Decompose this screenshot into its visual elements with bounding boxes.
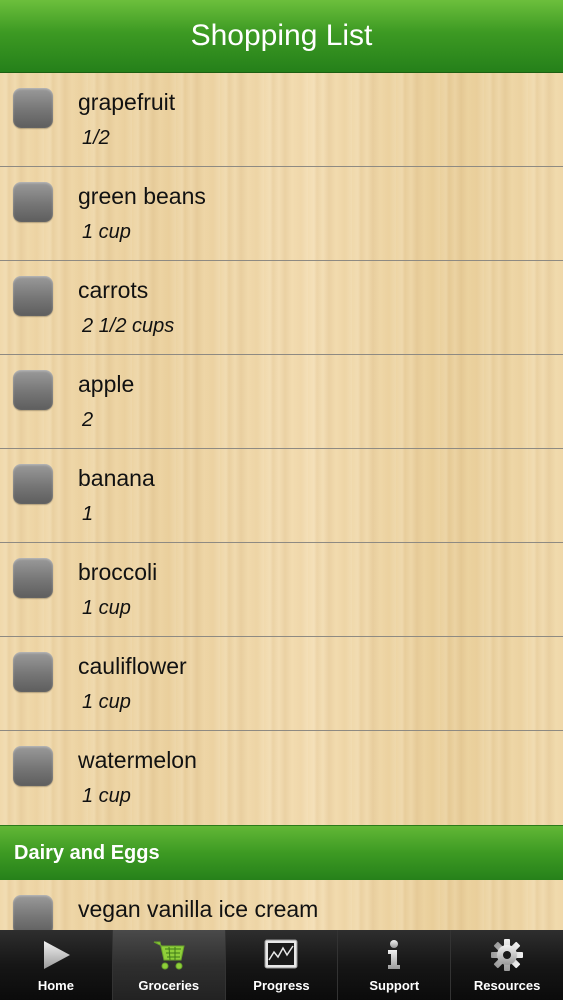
chart-icon <box>264 939 298 969</box>
item-name: grapefruit <box>78 89 176 115</box>
checkbox[interactable] <box>13 652 53 692</box>
item-name: banana <box>78 465 155 491</box>
item-quantity: 1 cup <box>82 785 131 807</box>
page-title: Shopping List <box>190 19 373 52</box>
item-name: apple <box>78 371 135 397</box>
item-quantity: 1 cup <box>82 221 131 243</box>
item-name: broccoli <box>78 559 158 585</box>
item-name: cauliflower <box>78 653 187 679</box>
tab-groceries[interactable]: Groceries <box>111 930 225 1000</box>
tab-home[interactable]: Home <box>0 930 112 1000</box>
item-name: watermelon <box>78 747 197 773</box>
list-item[interactable]: apple 2 <box>0 355 563 449</box>
header-bar: Shopping List <box>0 0 563 73</box>
list-item[interactable]: watermelon 1 cup <box>0 731 563 825</box>
checkbox[interactable] <box>13 464 53 504</box>
tab-label: Progress <box>253 978 310 993</box>
list-item[interactable]: cauliflower 1 cup <box>0 637 563 731</box>
item-quantity: 1/2 <box>82 127 110 149</box>
play-icon <box>43 941 70 969</box>
checkbox[interactable] <box>13 746 53 786</box>
list-item[interactable]: carrots 2 1/2 cups <box>0 261 563 355</box>
item-quantity: 2 1/2 cups <box>82 315 175 337</box>
tab-label: Home <box>37 978 74 993</box>
item-quantity: 1 cup <box>82 597 131 619</box>
item-name: carrots <box>78 277 149 303</box>
info-icon <box>388 940 401 969</box>
checkbox[interactable] <box>13 895 53 930</box>
checkbox[interactable] <box>13 558 53 598</box>
tab-label: Groceries <box>138 978 200 993</box>
item-quantity: 1 <box>82 503 94 525</box>
item-quantity: 1 cup <box>82 691 131 713</box>
tab-progress[interactable]: Progress <box>224 930 338 1000</box>
checkbox[interactable] <box>13 276 53 316</box>
list-item[interactable]: banana 1 <box>0 449 563 543</box>
tab-bar: Home Groceries Progress Support Resource… <box>0 930 563 1000</box>
tab-label: Resources <box>473 978 541 993</box>
section-title: Dairy and Eggs <box>14 841 160 864</box>
checkbox[interactable] <box>13 370 53 410</box>
tab-resources[interactable]: Resources <box>450 930 563 1000</box>
checkbox[interactable] <box>13 88 53 128</box>
item-quantity: 2 <box>82 409 94 431</box>
section-header: Dairy and Eggs <box>0 825 563 880</box>
list-item[interactable]: grapefruit 1/2 <box>0 73 563 167</box>
checkbox[interactable] <box>13 182 53 222</box>
item-name: green beans <box>78 183 206 209</box>
gear-icon <box>491 939 524 971</box>
list-item[interactable]: broccoli 1 cup <box>0 543 563 637</box>
shopping-list[interactable]: grapefruit 1/2 green beans 1 cup carrots… <box>0 73 563 930</box>
tab-label: Support <box>369 978 420 993</box>
list-item[interactable]: green beans 1 cup <box>0 167 563 261</box>
list-item[interactable]: vegan vanilla ice cream <box>0 880 563 930</box>
tab-support[interactable]: Support <box>337 930 451 1000</box>
cart-icon <box>153 941 185 970</box>
item-name: vegan vanilla ice cream <box>78 896 319 922</box>
